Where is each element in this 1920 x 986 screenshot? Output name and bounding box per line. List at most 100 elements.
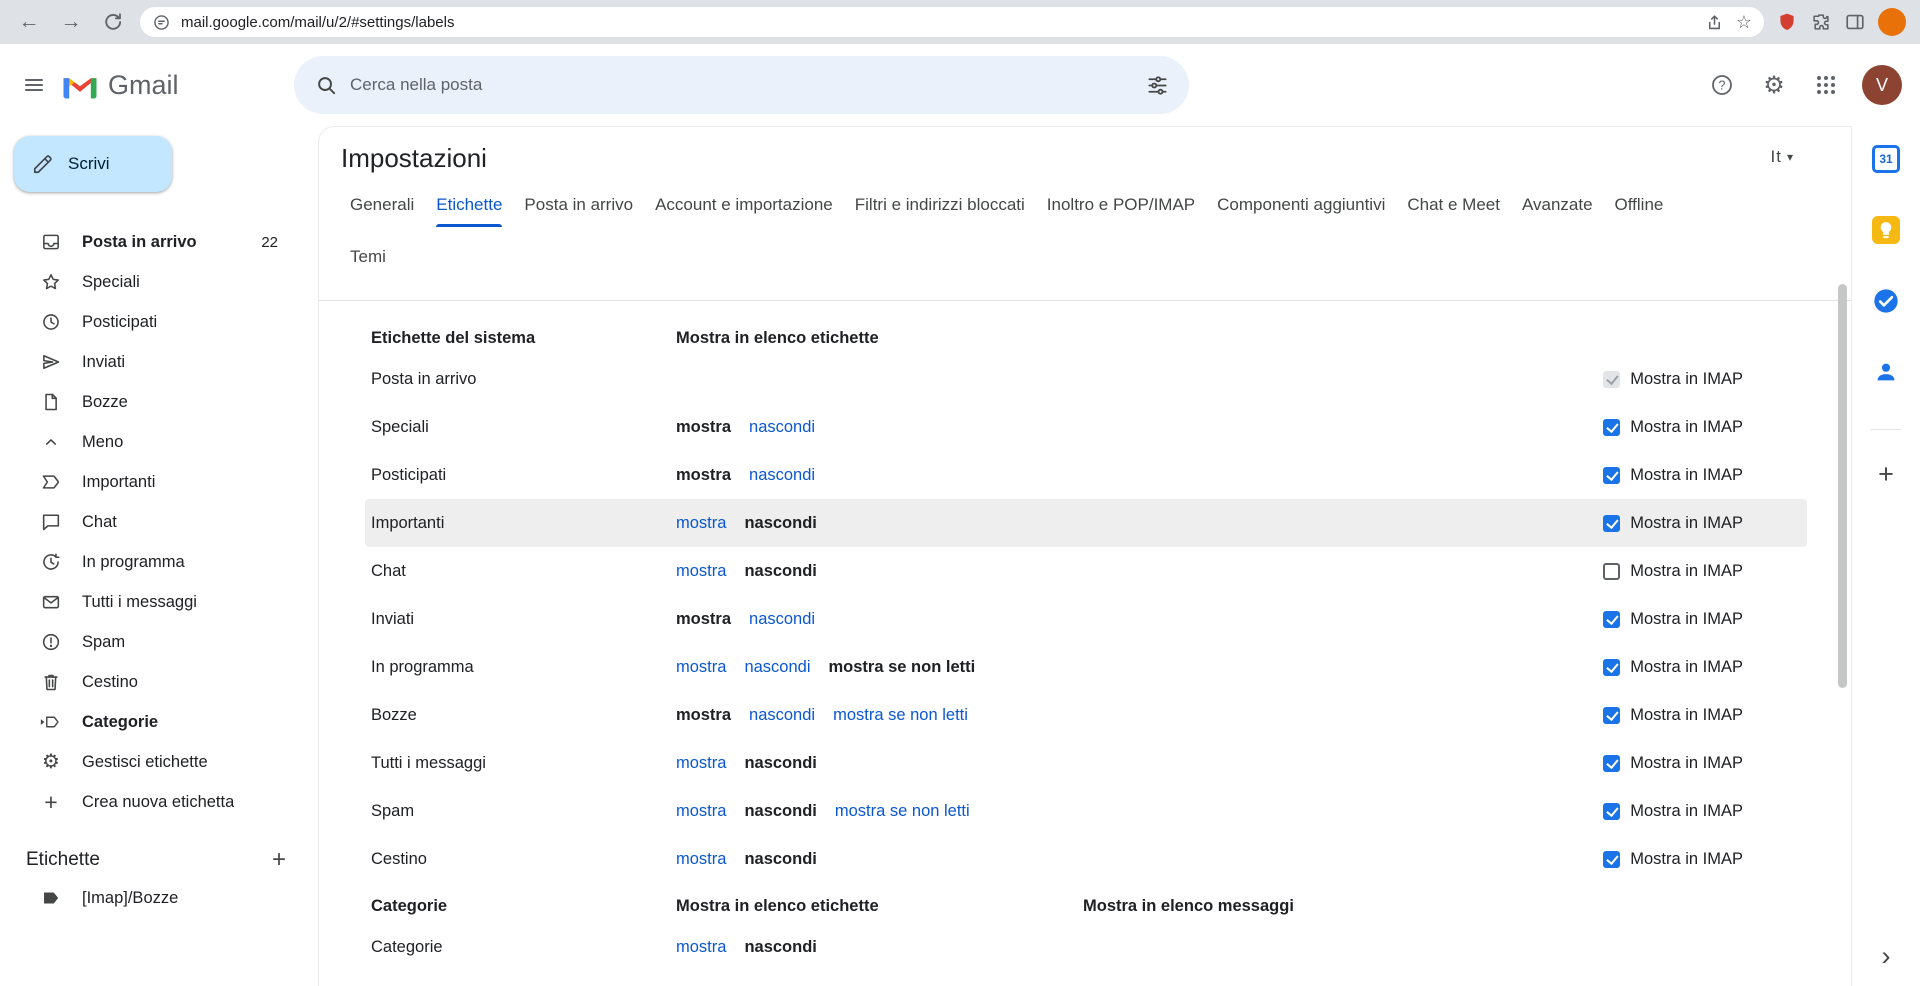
option-mostra[interactable]: mostra	[676, 754, 726, 773]
option-mostra-se-non-letti[interactable]: mostra se non letti	[835, 802, 970, 821]
imap-checkbox[interactable]	[1603, 707, 1620, 724]
calendar-icon[interactable]: 31	[1866, 139, 1906, 179]
collapse-panel-icon[interactable]: ›	[1866, 936, 1906, 976]
imap-checkbox[interactable]	[1603, 803, 1620, 820]
tab-offline[interactable]: Offline	[1615, 195, 1664, 227]
search-options-icon[interactable]	[1133, 61, 1181, 109]
label-row-importanti: ImportantimostranascondiMostra in IMAP	[365, 499, 1807, 547]
apps-grid-icon[interactable]	[1802, 61, 1850, 109]
imap-checkbox[interactable]	[1603, 659, 1620, 676]
imap-checkbox[interactable]	[1603, 419, 1620, 436]
option-nascondi: nascondi	[744, 514, 816, 533]
side-panel-icon[interactable]	[1844, 11, 1866, 33]
option-mostra[interactable]: mostra	[676, 658, 726, 677]
create-label-plus-icon[interactable]: +	[272, 848, 286, 872]
side-companion-panel: 31 + ›	[1851, 126, 1920, 986]
option-nascondi[interactable]: nascondi	[749, 466, 815, 485]
url-text: mail.google.com/mail/u/2/#settings/label…	[181, 14, 1695, 31]
imap-checkbox[interactable]	[1603, 851, 1620, 868]
site-info-icon[interactable]	[152, 13, 171, 32]
imap-checkbox[interactable]	[1603, 467, 1620, 484]
option-nascondi[interactable]: nascondi	[749, 706, 815, 725]
settings-gear-icon[interactable]: ⚙	[1750, 61, 1798, 109]
address-bar[interactable]: mail.google.com/mail/u/2/#settings/label…	[140, 7, 1764, 37]
tab-filtri-e-indirizzi-bloccati[interactable]: Filtri e indirizzi bloccati	[855, 195, 1025, 227]
sidebar-item-imap-bozze[interactable]: [Imap]/Bozze	[0, 878, 304, 918]
option-mostra[interactable]: mostra	[676, 850, 726, 869]
tab-etichette[interactable]: Etichette	[436, 195, 502, 227]
page-title: Impostazioni	[341, 143, 487, 173]
sidebar-item-posta-in-arrivo[interactable]: Posta in arrivo22	[0, 222, 304, 262]
sidebar-item-chat[interactable]: Chat	[0, 502, 304, 542]
imap-checkbox[interactable]	[1603, 611, 1620, 628]
sidebar-item-categorie[interactable]: Categorie	[0, 702, 304, 742]
sidebar-item-spam[interactable]: Spam	[0, 622, 304, 662]
imap-checkbox[interactable]	[1603, 515, 1620, 532]
label-name: Bozze	[371, 706, 676, 725]
search-bar[interactable]	[294, 56, 1189, 114]
reload-button[interactable]	[98, 7, 128, 37]
panel-divider	[1871, 429, 1901, 430]
sidebar-item-crea-nuova-etichetta[interactable]: +Crea nuova etichetta	[0, 782, 304, 822]
search-icon[interactable]	[302, 61, 350, 109]
imap-checkbox[interactable]	[1603, 755, 1620, 772]
keep-icon[interactable]	[1866, 210, 1906, 250]
option-mostra: mostra	[676, 706, 731, 725]
search-input[interactable]	[350, 75, 1133, 95]
account-avatar[interactable]: V	[1862, 65, 1902, 105]
tab-componenti-aggiuntivi[interactable]: Componenti aggiuntivi	[1217, 195, 1385, 227]
imap-label: Mostra in IMAP	[1630, 562, 1743, 581]
sidebar-item-gestisci-etichette[interactable]: ⚙Gestisci etichette	[0, 742, 304, 782]
option-mostra[interactable]: mostra	[676, 514, 726, 533]
sidebar-item-cestino[interactable]: Cestino	[0, 662, 304, 702]
sidebar-item-tutti-i-messaggi[interactable]: Tutti i messaggi	[0, 582, 304, 622]
categories-header-row: Categorie Mostra in elenco etichette Mos…	[365, 889, 1807, 923]
sidebar-item-posticipati[interactable]: Posticipati	[0, 302, 304, 342]
adblock-extension-icon[interactable]	[1776, 11, 1798, 33]
sidebar-item-inviati[interactable]: Inviati	[0, 342, 304, 382]
sidebar-item-label: Chat	[82, 513, 117, 532]
option-nascondi[interactable]: nascondi	[749, 418, 815, 437]
option-nascondi[interactable]: nascondi	[744, 658, 810, 677]
tab-account-e-importazione[interactable]: Account e importazione	[655, 195, 833, 227]
option-nascondi[interactable]: nascondi	[749, 610, 815, 629]
imap-checkbox[interactable]	[1603, 563, 1620, 580]
sidebar-item-label: Gestisci etichette	[82, 753, 208, 772]
draft-icon	[38, 391, 64, 413]
option-mostra[interactable]: mostra	[676, 562, 726, 581]
browser-profile-avatar[interactable]	[1878, 8, 1906, 36]
option-mostra-se-non-letti[interactable]: mostra se non letti	[833, 706, 968, 725]
tab-chat-e-meet[interactable]: Chat e Meet	[1407, 195, 1500, 227]
input-tools-icon: It	[1771, 147, 1782, 167]
sidebar-item-speciali[interactable]: Speciali	[0, 262, 304, 302]
tasks-icon[interactable]	[1866, 281, 1906, 321]
contacts-icon[interactable]	[1866, 352, 1906, 392]
gmail-logo[interactable]: Gmail	[62, 70, 252, 101]
main-menu-button[interactable]	[10, 61, 58, 109]
sidebar-item-meno[interactable]: Meno	[0, 422, 304, 462]
system-rows: Posta in arrivoMostra in IMAPSpecialimos…	[365, 355, 1807, 883]
back-button[interactable]: ←	[14, 7, 44, 37]
tab-temi[interactable]: Temi	[350, 247, 386, 279]
sidebar-item-importanti[interactable]: Importanti	[0, 462, 304, 502]
imap-label: Mostra in IMAP	[1630, 418, 1743, 437]
option-mostra[interactable]: mostra	[676, 938, 726, 957]
input-tools-button[interactable]: It ▾	[1771, 147, 1793, 167]
label-row-spam: Spammostranascondimostra se non lettiMos…	[365, 787, 1807, 835]
get-addons-icon[interactable]: +	[1866, 454, 1906, 494]
tab-generali[interactable]: Generali	[350, 195, 414, 227]
scrollbar-thumb[interactable]	[1838, 284, 1847, 688]
sidebar-item-in-programma[interactable]: In programma	[0, 542, 304, 582]
compose-button[interactable]: Scrivi	[14, 136, 172, 192]
extensions-puzzle-icon[interactable]	[1810, 11, 1832, 33]
tab-posta-in-arrivo[interactable]: Posta in arrivo	[524, 195, 633, 227]
sidebar-item-bozze[interactable]: Bozze	[0, 382, 304, 422]
help-icon[interactable]: ?	[1698, 61, 1746, 109]
forward-button[interactable]: →	[56, 7, 86, 37]
bookmark-star-icon[interactable]: ☆	[1736, 13, 1752, 31]
option-mostra[interactable]: mostra	[676, 802, 726, 821]
settings-tabs-row2: Temi	[319, 247, 1851, 292]
share-icon[interactable]	[1705, 13, 1724, 32]
tab-inoltro-e-pop-imap[interactable]: Inoltro e POP/IMAP	[1047, 195, 1195, 227]
tab-avanzate[interactable]: Avanzate	[1522, 195, 1593, 227]
